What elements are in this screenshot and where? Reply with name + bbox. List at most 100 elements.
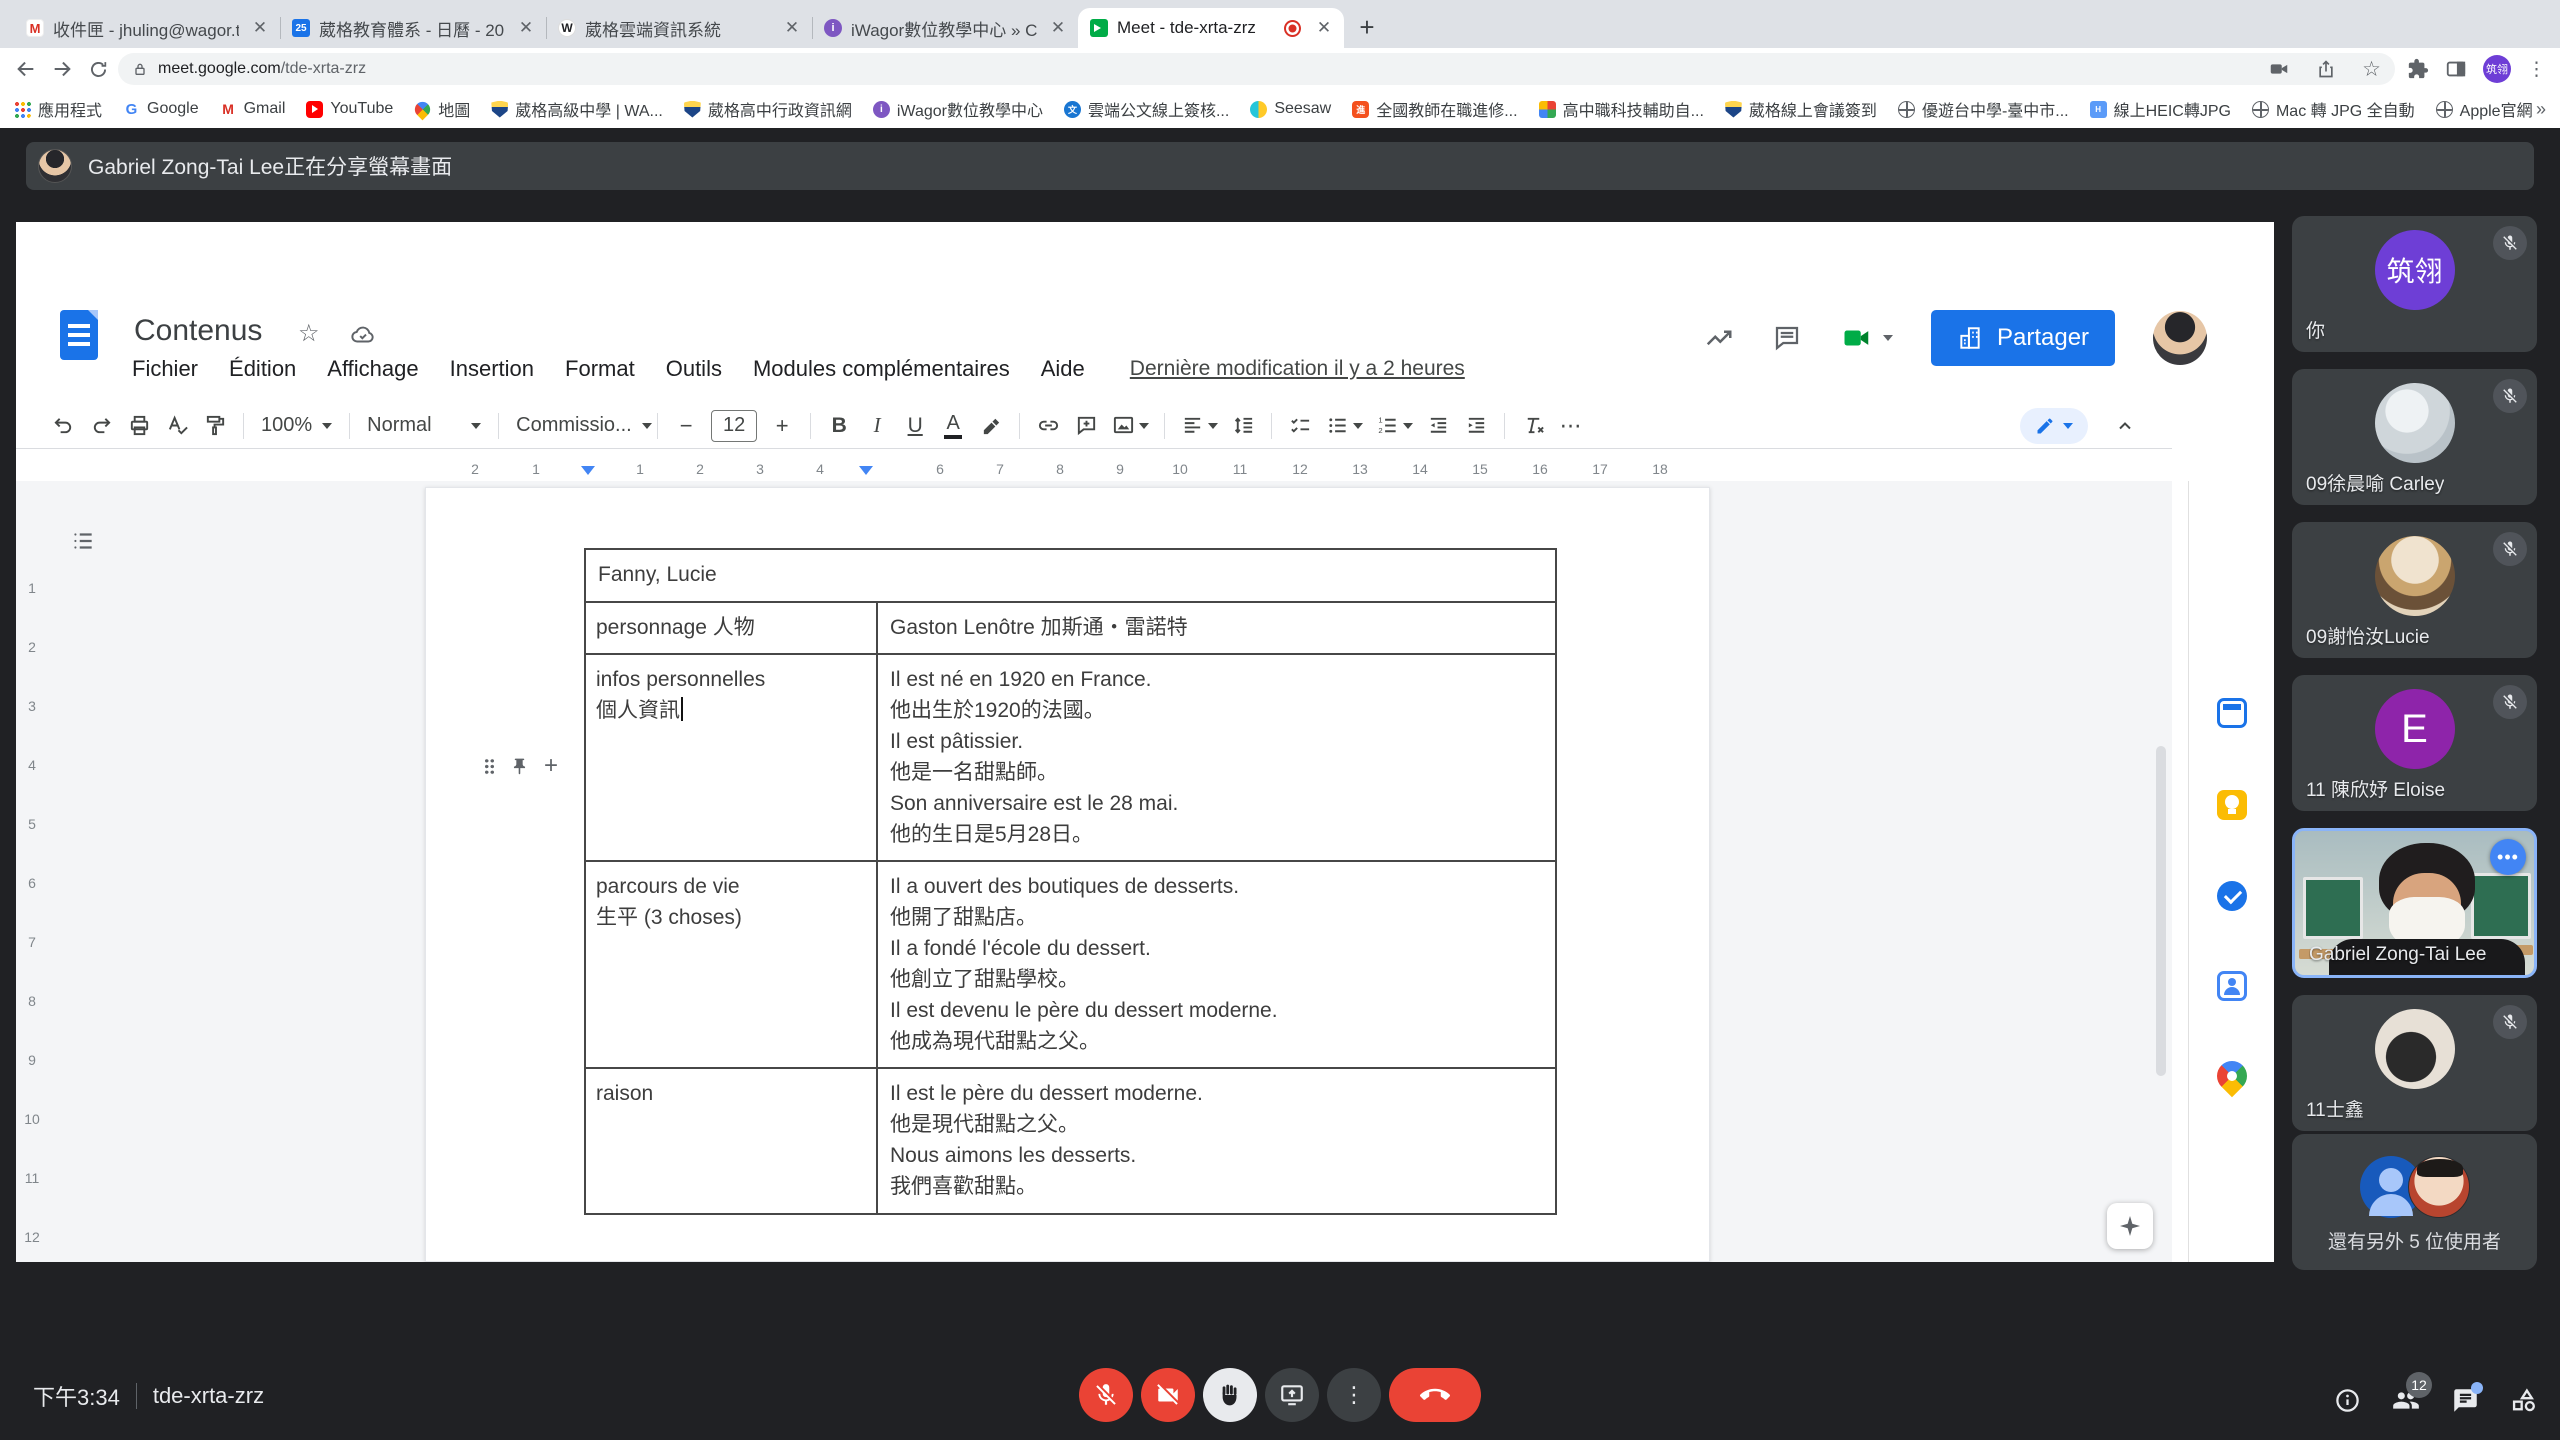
align-icon[interactable] bbox=[1174, 407, 1224, 445]
table-cell[interactable]: Il a ouvert des boutiques de desserts. 他開… bbox=[878, 862, 1555, 1067]
participant-tile-presenter[interactable]: ••• Gabriel Zong-Tai Lee bbox=[2292, 828, 2537, 978]
text-color-icon[interactable]: A bbox=[934, 407, 972, 445]
docs-scrollbar[interactable] bbox=[2156, 746, 2166, 1076]
pin-icon[interactable] bbox=[510, 757, 529, 776]
decrease-font-icon[interactable]: − bbox=[667, 407, 705, 445]
participant-tile[interactable]: 09徐晨喻 Carley bbox=[2292, 369, 2537, 505]
increase-font-icon[interactable]: + bbox=[763, 407, 801, 445]
bookmark-item[interactable]: 葳格高中行政資訊網 bbox=[683, 97, 852, 121]
keep-icon[interactable] bbox=[2217, 790, 2247, 820]
line-spacing-icon[interactable] bbox=[1224, 407, 1262, 445]
table-cell[interactable]: infos personnelles 個人資訊 bbox=[586, 655, 878, 860]
table-cell[interactable]: Fanny, Lucie bbox=[586, 550, 1555, 601]
menu-format[interactable]: Format bbox=[565, 356, 635, 382]
bookmark-item[interactable]: G Google bbox=[123, 100, 199, 118]
bookmark-item[interactable]: H 線上HEIC轉JPG bbox=[2089, 97, 2231, 121]
font-select[interactable]: Commissio... bbox=[508, 414, 652, 437]
editing-mode-button[interactable] bbox=[2020, 407, 2088, 444]
table-cell[interactable]: personnage 人物 bbox=[586, 603, 878, 653]
leave-call-button[interactable] bbox=[1389, 1368, 1481, 1422]
decrease-indent-icon[interactable] bbox=[1419, 407, 1457, 445]
insert-link-icon[interactable] bbox=[1029, 407, 1067, 445]
bookmark-item[interactable]: 優遊台中學-臺中市... bbox=[1897, 97, 2069, 121]
bookmark-item[interactable]: Mac 轉 JPG 全自動 bbox=[2251, 97, 2415, 121]
collapse-toolbar-icon[interactable] bbox=[2106, 407, 2144, 445]
participant-tile[interactable]: 11士鑫 bbox=[2292, 995, 2537, 1131]
clear-formatting-icon[interactable] bbox=[1514, 407, 1552, 445]
contacts-icon[interactable] bbox=[2217, 971, 2247, 1001]
bookmark-item[interactable]: 地圖 bbox=[411, 97, 470, 121]
underline-icon[interactable]: U bbox=[896, 407, 934, 445]
more-options-button[interactable]: ⋮ bbox=[1327, 1368, 1381, 1422]
star-document-icon[interactable]: ☆ bbox=[298, 319, 320, 348]
indent-marker[interactable] bbox=[859, 466, 873, 475]
activities-button[interactable] bbox=[2510, 1386, 2538, 1414]
table-cell[interactable]: parcours de vie 生平 (3 choses) bbox=[586, 862, 878, 1067]
participant-tile[interactable]: E 11 陳欣妤 Eloise bbox=[2292, 675, 2537, 811]
menu-outils[interactable]: Outils bbox=[666, 356, 722, 382]
participant-tile[interactable]: 09謝怡汝Lucie bbox=[2292, 522, 2537, 658]
bookmark-item[interactable]: Apple School Man... bbox=[2553, 100, 2560, 118]
reload-button[interactable] bbox=[82, 53, 114, 85]
extensions-icon[interactable] bbox=[2407, 58, 2429, 80]
paragraph-style-select[interactable]: Normal bbox=[359, 414, 489, 437]
menu-fichier[interactable]: Fichier bbox=[132, 356, 198, 382]
raise-hand-button[interactable] bbox=[1203, 1368, 1257, 1422]
bookmark-item[interactable]: YouTube bbox=[306, 100, 393, 118]
bookmarks-overflow-chevron[interactable]: » bbox=[2536, 99, 2546, 120]
menu-affichage[interactable]: Affichage bbox=[327, 356, 418, 382]
increase-indent-icon[interactable] bbox=[1457, 407, 1495, 445]
bookmark-item[interactable]: Seesaw bbox=[1250, 100, 1331, 118]
calendar-icon[interactable] bbox=[2217, 698, 2247, 728]
bookmark-star-icon[interactable]: ☆ bbox=[2362, 57, 2381, 82]
font-size-input[interactable]: 12 bbox=[711, 409, 758, 442]
checklist-icon[interactable] bbox=[1281, 407, 1319, 445]
close-icon[interactable]: ✕ bbox=[1046, 16, 1070, 40]
document-title[interactable]: Contenus bbox=[134, 314, 262, 348]
left-margin-marker[interactable] bbox=[581, 466, 595, 475]
redo-icon[interactable] bbox=[82, 407, 120, 445]
present-screen-button[interactable] bbox=[1265, 1368, 1319, 1422]
add-row-icon[interactable]: + bbox=[544, 754, 558, 778]
docs-logo-icon[interactable] bbox=[60, 310, 98, 360]
paint-format-icon[interactable] bbox=[196, 407, 234, 445]
bold-icon[interactable]: B bbox=[820, 407, 858, 445]
participant-tile-you[interactable]: 筑翎 你 bbox=[2292, 216, 2537, 352]
menu-aide[interactable]: Aide bbox=[1041, 356, 1085, 382]
drag-handle-icon[interactable] bbox=[484, 757, 495, 775]
bookmark-item[interactable]: i iWagor數位教學中心 bbox=[872, 97, 1043, 121]
close-icon[interactable]: ✕ bbox=[514, 16, 538, 40]
tab-calendar[interactable]: 25 葳格教育體系 - 日曆 - 2022年5 ✕ bbox=[280, 8, 546, 48]
comments-icon[interactable] bbox=[1772, 323, 1802, 353]
menu-insertion[interactable]: Insertion bbox=[450, 356, 534, 382]
camera-toggle-button[interactable] bbox=[1141, 1368, 1195, 1422]
bookmark-item[interactable]: 高中職科技輔助自... bbox=[1538, 97, 1704, 121]
insert-image-icon[interactable] bbox=[1105, 407, 1155, 445]
participants-button[interactable]: 12 bbox=[2392, 1372, 2432, 1414]
bookmark-item[interactable]: 應用程式 bbox=[14, 97, 102, 121]
toolbar-more-icon[interactable]: ⋯ bbox=[1552, 407, 1590, 445]
bookmark-item[interactable]: 葳格高級中學 | WA... bbox=[491, 97, 663, 121]
menu-modules[interactable]: Modules complémentaires bbox=[753, 356, 1010, 382]
print-icon[interactable] bbox=[120, 407, 158, 445]
explore-button[interactable] bbox=[2107, 1203, 2153, 1249]
tab-iwagor[interactable]: i iWagor數位教學中心 » Categor ✕ bbox=[812, 8, 1078, 48]
last-modified-link[interactable]: Dernière modification il y a 2 heures bbox=[1130, 357, 1465, 381]
new-tab-button[interactable]: + bbox=[1350, 10, 1384, 44]
spellcheck-icon[interactable] bbox=[158, 407, 196, 445]
italic-icon[interactable]: I bbox=[858, 407, 896, 445]
join-meet-button[interactable] bbox=[1840, 323, 1893, 353]
table-cell[interactable]: Il est le père du dessert moderne. 他是現代甜點… bbox=[878, 1069, 1555, 1213]
chat-button[interactable] bbox=[2451, 1382, 2483, 1414]
horizontal-ruler[interactable]: 2 1 1 2 3 4 6 7 8 9 10 11 12 13 14 15 16 17 18 bbox=[16, 458, 2172, 481]
meeting-details-button[interactable] bbox=[2333, 1386, 2361, 1414]
menu-edition[interactable]: Édition bbox=[229, 356, 296, 382]
overflow-participants-tile[interactable]: 還有另外 5 位使用者 bbox=[2292, 1134, 2537, 1270]
tab-meet-active[interactable]: Meet - tde-xrta-zrz ✕ bbox=[1078, 8, 1344, 48]
browser-profile-avatar[interactable]: 筑翎 bbox=[2483, 55, 2511, 83]
docs-account-avatar[interactable] bbox=[2153, 311, 2208, 365]
forward-button[interactable] bbox=[46, 53, 78, 85]
chrome-menu-icon[interactable]: ⋮ bbox=[2527, 58, 2546, 81]
document-outline-icon[interactable] bbox=[70, 528, 96, 554]
bookmark-item[interactable]: 葳格線上會議簽到 bbox=[1724, 97, 1877, 121]
